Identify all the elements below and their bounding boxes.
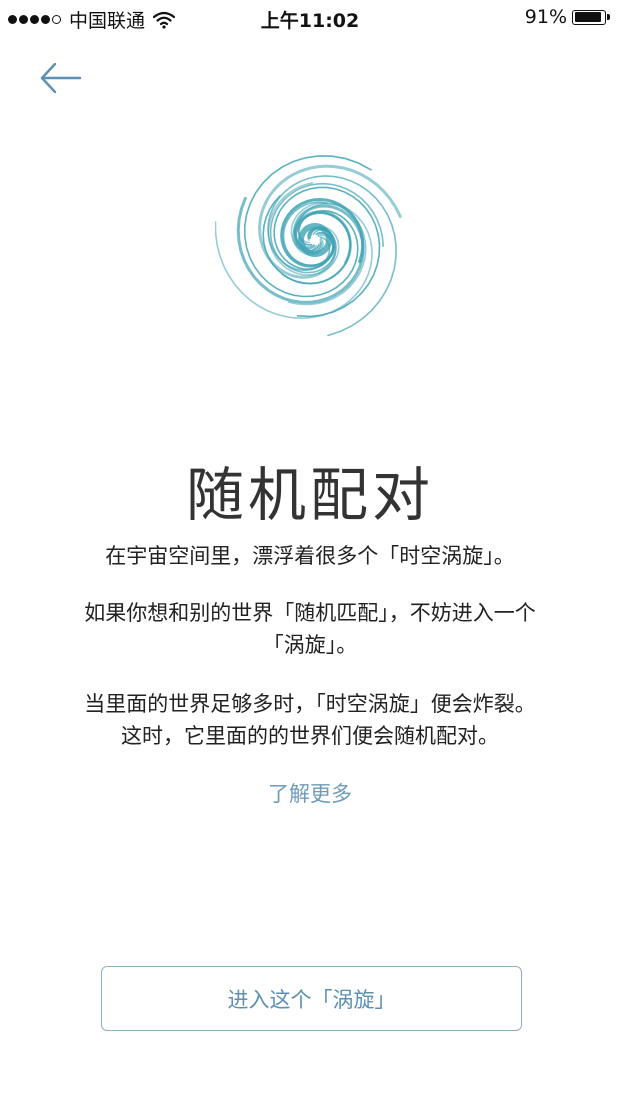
intro-paragraph: 在宇宙空间里，漂浮着很多个「时空涡旋」。 bbox=[30, 540, 590, 572]
enter-vortex-button[interactable]: 进入这个「涡旋」 bbox=[101, 966, 522, 1031]
match-line-2: 「涡旋」。 bbox=[30, 629, 590, 661]
burst-line-2: 这时，它里面的的世界们便会随机配对。 bbox=[30, 720, 590, 752]
match-paragraph: 如果你想和别的世界「随机匹配」，不妨进入一个 「涡旋」。 bbox=[30, 597, 590, 661]
arrow-left-icon bbox=[36, 58, 86, 98]
back-button[interactable] bbox=[36, 58, 86, 98]
intro-line: 在宇宙空间里，漂浮着很多个「时空涡旋」。 bbox=[30, 540, 590, 572]
status-bar-right: 91% bbox=[525, 6, 610, 28]
battery-icon bbox=[572, 10, 606, 25]
spiral-vortex-icon bbox=[215, 140, 415, 340]
battery-cap bbox=[607, 14, 610, 20]
match-line-1: 如果你想和别的世界「随机匹配」，不妨进入一个 bbox=[30, 597, 590, 629]
learn-more-link[interactable]: 了解更多 bbox=[0, 778, 620, 808]
battery-percentage: 91% bbox=[525, 6, 567, 28]
burst-paragraph: 当里面的世界足够多时，「时空涡旋」便会炸裂。 这时，它里面的的世界们便会随机配对… bbox=[30, 688, 590, 752]
page-title: 随机配对 bbox=[0, 448, 620, 532]
burst-line-1: 当里面的世界足够多时，「时空涡旋」便会炸裂。 bbox=[30, 688, 590, 720]
battery-level-fill bbox=[575, 12, 601, 22]
status-bar: 中国联通 上午11:02 91% bbox=[0, 0, 620, 36]
